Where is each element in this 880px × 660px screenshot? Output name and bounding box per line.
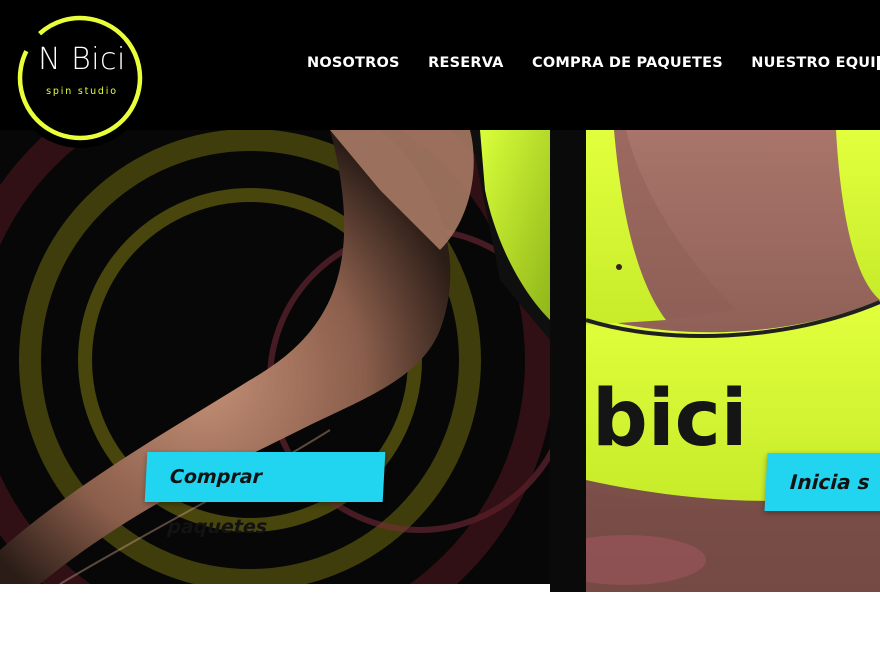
nav-item-nosotros[interactable]: NOSOTROS	[307, 55, 400, 71]
buy-packages-button[interactable]: Comprar paquetes	[144, 452, 386, 538]
nav-item-nuestro-equipo[interactable]: NUESTRO EQUIPO	[751, 55, 880, 71]
hero-panel-start: bici	[586, 130, 880, 592]
hero-panel-packages	[0, 130, 550, 584]
nav-item-reserva[interactable]: RESERVA	[428, 55, 503, 71]
bra-brand-text: bici	[592, 374, 748, 464]
logo-name: N Bici	[38, 42, 126, 77]
main-nav: NOSOTROS RESERVA COMPRA DE PAQUETES NUES…	[307, 54, 880, 72]
page-background	[0, 592, 880, 660]
sports-bra-photo: bici	[586, 130, 880, 592]
start-session-button[interactable]: Inicia s	[764, 453, 880, 511]
spinning-arm-photo	[0, 130, 550, 584]
nav-item-compra-de-paquetes[interactable]: COMPRA DE PAQUETES	[532, 55, 723, 71]
panel-divider	[550, 130, 586, 592]
brand-logo[interactable]: N Bici spin studio	[10, 8, 150, 148]
logo-tagline: spin studio	[46, 86, 118, 97]
logo-ring-icon	[17, 15, 143, 141]
